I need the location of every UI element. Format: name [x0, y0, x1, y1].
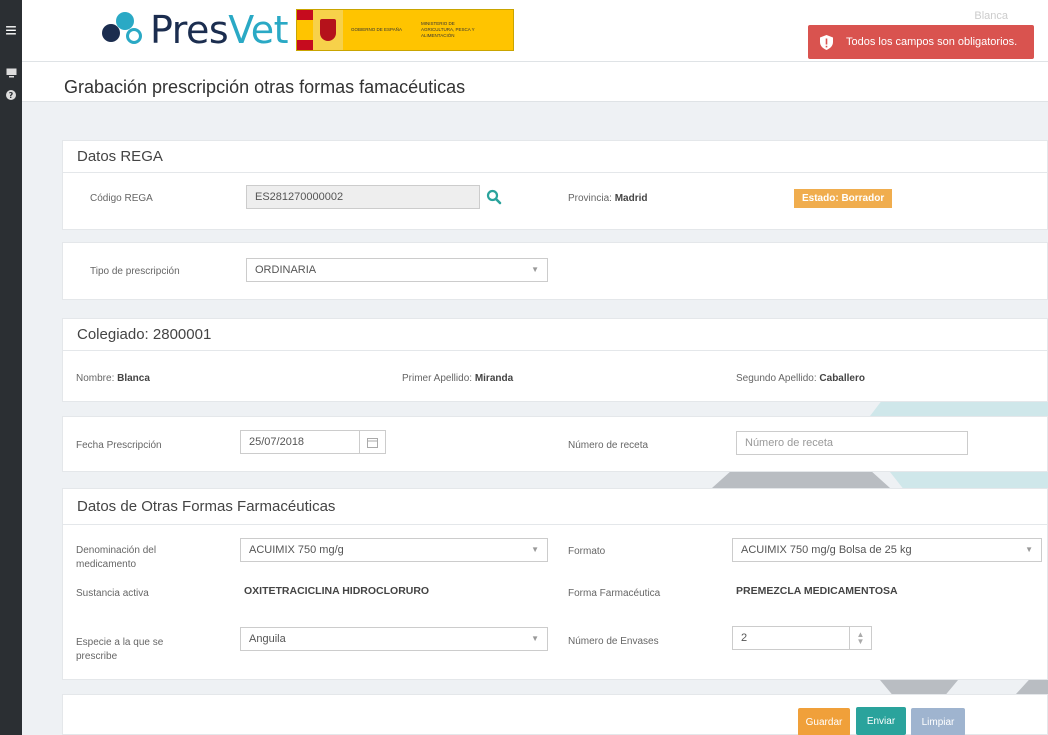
gov-line-2: MINISTERIO DE AGRICULTURA, PESCA Y ALIME…: [421, 21, 475, 38]
save-button[interactable]: Guardar: [798, 708, 850, 735]
name-label: Nombre:: [76, 373, 118, 384]
format-label: Formato: [568, 546, 606, 557]
name-field: Nombre: Blanca: [76, 372, 150, 386]
pharma-form-value: PREMEZCLA MEDICAMENTOSA: [736, 585, 898, 597]
collegiate-panel: Colegiado: 2800001: [62, 318, 1048, 402]
logo-wordmark: PresVet: [150, 8, 289, 52]
prescription-number-input[interactable]: Número de receta: [736, 431, 968, 455]
medicine-label: Denominación del medicamento: [76, 545, 157, 570]
decorative-shape: [890, 472, 1048, 488]
stepper-arrows-icon[interactable]: ▲ ▼: [849, 627, 871, 649]
active-substance-value: OXITETRACICLINA HIDROCLORURO: [244, 585, 430, 597]
prescription-date-input[interactable]: 25/07/2018: [240, 430, 386, 454]
second-surname-value: Caballero: [819, 373, 865, 384]
collegiate-section-title: Colegiado: 2800001: [63, 319, 1047, 351]
hamburger-menu-icon[interactable]: ≡: [0, 0, 22, 62]
spain-flag-icon: [297, 10, 314, 50]
containers-stepper[interactable]: 2 ▲ ▼: [732, 626, 872, 650]
medicine-select[interactable]: ACUIMIX 750 mg/g ▼: [240, 538, 548, 562]
other-forms-panel: Datos de Otras Formas Farmacéuticas: [62, 488, 1048, 680]
error-alert: Todos los campos son obligatorios.: [808, 25, 1034, 59]
second-surname-field: Segundo Apellido: Caballero: [736, 372, 865, 386]
prescription-date-label: Fecha Prescripción: [76, 440, 162, 451]
decorative-shape: [870, 402, 1048, 416]
svg-text:?: ?: [9, 91, 14, 100]
prescription-number-label: Número de receta: [568, 440, 649, 451]
prescription-type-panel: [62, 242, 1048, 300]
rega-code-label: Código REGA: [90, 193, 153, 204]
government-badge: GOBIERNO DE ESPAÑA MINISTERIO DE AGRICUL…: [296, 9, 515, 51]
pharma-form-label: Forma Farmacéutica: [568, 588, 661, 599]
first-surname-value: Miranda: [474, 373, 514, 384]
containers-label: Número de Envases: [568, 636, 659, 647]
page-title-bar: Grabación prescripción otras formas fama…: [22, 62, 1048, 102]
alert-close-icon[interactable]: ×: [1038, 26, 1046, 42]
species-select[interactable]: Anguila ▼: [240, 627, 548, 651]
second-surname-label: Segundo Apellido:: [736, 373, 820, 384]
species-label: Especie a la que se prescribe: [76, 637, 164, 662]
province-label: Provincia:: [568, 193, 615, 204]
user-name[interactable]: Blanca: [974, 10, 1008, 22]
first-surname-label: Primer Apellido:: [402, 373, 475, 384]
presvet-logo[interactable]: PresVet GOBIERNO DE ESPAÑA MINISTERIO DE…: [100, 8, 515, 52]
active-substance-label: Sustancia activa: [76, 588, 149, 599]
alert-message: Todos los campos son obligatorios.: [846, 36, 1018, 48]
province-value: Madrid: [614, 193, 648, 204]
prescription-type-select[interactable]: ORDINARIA ▼: [246, 258, 548, 282]
calendar-icon[interactable]: [359, 430, 385, 454]
chevron-down-icon: ▼: [531, 545, 539, 554]
chevron-down-icon: ▼: [531, 634, 539, 643]
format-select[interactable]: ACUIMIX 750 mg/g Bolsa de 25 kg ▼: [732, 538, 1042, 562]
page-title: Grabación prescripción otras formas fama…: [64, 77, 466, 97]
status-badge: Estado: Borrador: [794, 189, 893, 208]
first-surname-field: Primer Apellido: Miranda: [402, 372, 513, 386]
help-icon[interactable]: ?: [0, 84, 22, 106]
gov-line-1: GOBIERNO DE ESPAÑA: [351, 27, 402, 32]
decorative-shape: [880, 680, 958, 694]
decorative-shape: [712, 472, 890, 488]
clear-button[interactable]: Limpiar: [911, 708, 965, 735]
rega-panel: Datos REGA: [62, 140, 1048, 230]
other-forms-section-title: Datos de Otras Formas Farmacéuticas: [63, 489, 1047, 525]
rega-section-title: Datos REGA: [63, 141, 1047, 173]
send-button[interactable]: Enviar: [856, 707, 906, 735]
monitor-icon[interactable]: [0, 62, 22, 84]
chevron-down-icon: ▼: [531, 265, 539, 274]
name-value: Blanca: [117, 373, 150, 384]
search-icon[interactable]: [486, 189, 502, 205]
prescription-type-label: Tipo de prescripción: [90, 266, 180, 277]
left-sidebar: ≡ ?: [0, 0, 22, 735]
hexagon-logo-icon: [100, 10, 148, 50]
coat-of-arms-icon: [313, 10, 344, 50]
province-field: Provincia: Madrid: [568, 192, 647, 206]
shield-warning-icon: [818, 33, 834, 51]
rega-code-input[interactable]: ES281270000002: [246, 185, 480, 209]
decorative-shape: [1016, 680, 1048, 694]
chevron-down-icon: ▼: [1025, 545, 1033, 554]
